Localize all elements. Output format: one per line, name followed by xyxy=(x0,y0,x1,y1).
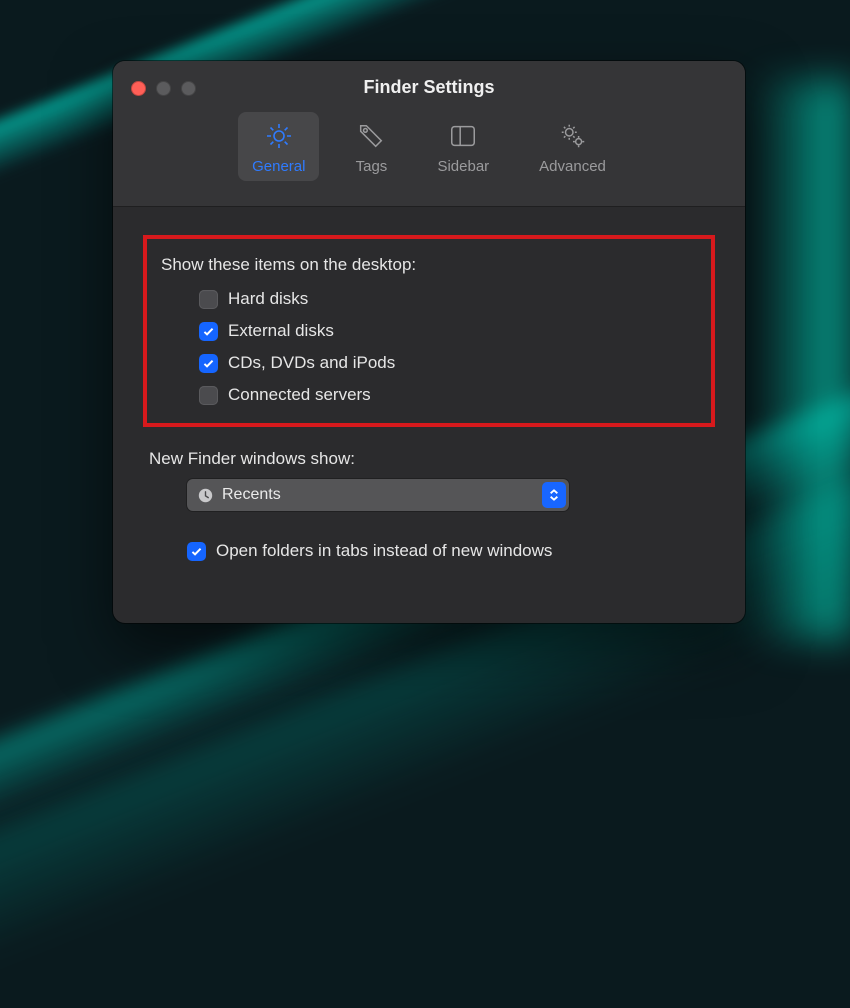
external-disks-checkbox[interactable] xyxy=(199,322,218,341)
zoom-button[interactable] xyxy=(181,81,196,96)
checkbox-label: External disks xyxy=(228,321,334,341)
checkbox-row-tabs: Open folders in tabs instead of new wind… xyxy=(187,541,715,561)
hard-disks-checkbox[interactable] xyxy=(199,290,218,309)
window-title: Finder Settings xyxy=(113,61,745,98)
annotation-highlight: Show these items on the desktop: Hard di… xyxy=(143,235,715,427)
new-finder-select[interactable]: Recents xyxy=(187,479,569,511)
checkbox-label: Connected servers xyxy=(228,385,371,405)
content-area: Show these items on the desktop: Hard di… xyxy=(113,207,745,561)
clock-icon xyxy=(197,487,214,504)
window-controls xyxy=(131,81,196,96)
checkbox-row-cds: CDs, DVDs and iPods xyxy=(199,353,701,373)
tab-sidebar[interactable]: Sidebar xyxy=(423,112,503,181)
desktop-items-label: Show these items on the desktop: xyxy=(161,255,701,275)
close-button[interactable] xyxy=(131,81,146,96)
minimize-button[interactable] xyxy=(156,81,171,96)
new-finder-label: New Finder windows show: xyxy=(149,449,715,469)
checkbox-label: Open folders in tabs instead of new wind… xyxy=(216,541,552,561)
open-in-tabs-checkbox[interactable] xyxy=(187,542,206,561)
tag-icon xyxy=(355,120,387,152)
checkbox-row-hard-disks: Hard disks xyxy=(199,289,701,309)
checkbox-label: Hard disks xyxy=(228,289,308,309)
wallpaper-glow xyxy=(750,80,850,640)
servers-checkbox[interactable] xyxy=(199,386,218,405)
checkbox-row-external-disks: External disks xyxy=(199,321,701,341)
select-stepper-icon xyxy=(542,482,566,508)
tab-label: Sidebar xyxy=(437,158,489,175)
tab-general[interactable]: General xyxy=(238,112,319,181)
gear-icon xyxy=(263,120,295,152)
tab-tags[interactable]: Tags xyxy=(341,112,401,181)
select-value: Recents xyxy=(222,486,281,504)
titlebar: Finder Settings General T xyxy=(113,61,745,207)
gears-icon xyxy=(557,120,589,152)
cds-checkbox[interactable] xyxy=(199,354,218,373)
tab-advanced[interactable]: Advanced xyxy=(525,112,620,181)
tab-label: Tags xyxy=(356,158,388,175)
tab-label: General xyxy=(252,158,305,175)
checkbox-label: CDs, DVDs and iPods xyxy=(228,353,395,373)
tab-label: Advanced xyxy=(539,158,606,175)
settings-tabs: General Tags Sidebar xyxy=(113,112,745,181)
finder-settings-window: Finder Settings General T xyxy=(113,61,745,623)
sidebar-icon xyxy=(447,120,479,152)
checkbox-row-servers: Connected servers xyxy=(199,385,701,405)
new-finder-select-wrap: Recents xyxy=(187,479,715,511)
